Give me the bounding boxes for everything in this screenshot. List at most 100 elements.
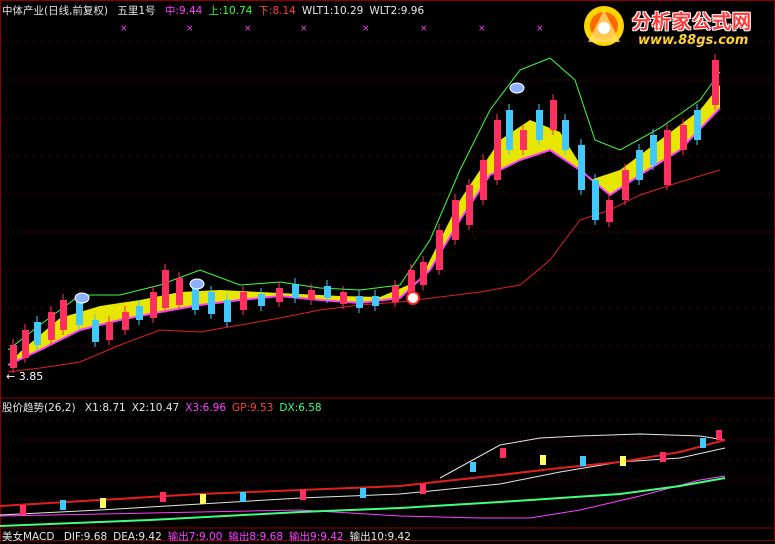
candle-body-20 xyxy=(308,290,315,300)
candle-body-14 xyxy=(208,292,215,314)
candle-body-10 xyxy=(150,292,157,318)
candle-body-3 xyxy=(48,312,55,340)
candle-body-4 xyxy=(60,300,67,330)
candle-body-16 xyxy=(240,292,247,310)
macd-label-5: 输出10:9.42 xyxy=(349,531,411,543)
watermark-url: www.88gs.com xyxy=(638,33,749,48)
trend-bar-10 xyxy=(500,448,506,458)
candle-body-28 xyxy=(436,230,443,270)
indicator-name: 五里1号 xyxy=(117,5,156,17)
candle-body-23 xyxy=(356,296,363,308)
candle-body-37 xyxy=(562,120,569,150)
trend-label-3: GP:9.53 xyxy=(232,402,274,414)
top-marker-5: × xyxy=(420,24,428,34)
candle-body-12 xyxy=(176,278,183,305)
main-label-0: 中:9.44 xyxy=(164,5,203,17)
candle-body-22 xyxy=(340,292,347,304)
top-marker-3: × xyxy=(300,24,308,34)
main-label-2: 下:8.14 xyxy=(258,5,296,17)
candle-body-15 xyxy=(224,300,231,322)
candle-body-17 xyxy=(258,294,265,306)
main-label-4: WLT2:9.96 xyxy=(369,5,425,17)
top-marker-7: × xyxy=(536,24,544,34)
watermark-name: 分析家公式网 xyxy=(632,11,753,33)
candle-body-7 xyxy=(106,322,113,340)
trend-bar-7 xyxy=(360,488,366,498)
trend-fill-band xyxy=(8,85,720,365)
top-marker-4: × xyxy=(362,24,370,34)
candle-body-27 xyxy=(420,262,427,285)
watermark-logo: 分析家公式网 www.88gs.com xyxy=(578,2,773,54)
candle-body-32 xyxy=(494,120,501,180)
candle-body-18 xyxy=(276,288,283,302)
macd-label-1: DEA:9.42 xyxy=(113,531,162,543)
candle-body-21 xyxy=(324,286,331,298)
candle-body-47 xyxy=(712,60,719,105)
trend-bar-5 xyxy=(240,492,246,502)
crown-marker-1 xyxy=(189,278,205,290)
candle-body-41 xyxy=(622,170,629,200)
main-label-1: 上:10.74 xyxy=(208,5,253,17)
trend-bar-8 xyxy=(420,484,426,494)
candle-body-5 xyxy=(76,300,83,325)
crown-marker-2 xyxy=(509,82,525,94)
candle-body-36 xyxy=(550,100,557,130)
candle-body-31 xyxy=(480,160,487,200)
chart-canvas[interactable]: ××××××××××× xyxy=(0,0,775,541)
trend-label-4: DX:6.58 xyxy=(279,402,322,414)
main-panel-header: 中体产业(日线,前复权) 五里1号 中:9.44 上:10.74 下:8.14 WLT… xyxy=(2,4,436,18)
candle-body-46 xyxy=(694,110,701,140)
candle-body-34 xyxy=(520,130,527,150)
trend-indicator-values: X1:8.71 X2:10.47 X3:6.96 GP:9.53 DX:6.58 xyxy=(85,402,328,414)
trend-x2-line xyxy=(0,447,726,516)
main-indicator-values: 中:9.44 上:10.74 下:8.14 WLT1:10.29 WLT2:9.96 xyxy=(165,5,430,17)
candle-body-2 xyxy=(34,322,41,345)
trend-bar-16 xyxy=(716,430,722,440)
trend-bar-14 xyxy=(660,452,666,462)
macd-indicator-name: 美女MACD xyxy=(2,531,55,543)
top-marker-6: × xyxy=(478,24,486,34)
low-price-marker: ← 3.85 xyxy=(6,370,44,383)
macd-panel-header: 美女MACD DIF:9.68 DEA:9.42 输出7:9.00 输出8:9.68 输… xyxy=(2,530,423,544)
candle-body-42 xyxy=(636,150,643,180)
crown-marker-0 xyxy=(74,292,90,304)
trend-bar-11 xyxy=(540,455,546,465)
trend-panel-header: 股价趋势(26,2) X1:8.71 X2:10.47 X3:6.96 GP:9.53… xyxy=(2,401,334,415)
trend-bar-2 xyxy=(100,498,106,508)
logo-emblem-icon xyxy=(584,6,624,46)
main-label-3: WLT1:10.29 xyxy=(301,5,364,17)
trend-bar-4 xyxy=(200,494,206,504)
top-marker-2: × xyxy=(244,24,252,34)
trend-bar-1 xyxy=(60,500,66,510)
trend-bar-13 xyxy=(620,456,626,466)
macd-indicator-values: DIF:9.68 DEA:9.42 输出7:9.00 输出8:9.68 输出9:9.42… xyxy=(64,531,417,543)
stock-chart-window[interactable]: ××××××××××× 中体产业(日线,前复权) 五里1号 中:9.44上:10… xyxy=(0,0,775,544)
mid-band-line xyxy=(7,107,721,366)
macd-label-4: 输出9:9.42 xyxy=(289,531,344,543)
trend-label-1: X2:10.47 xyxy=(131,402,180,414)
trend-bar-12 xyxy=(580,456,586,466)
buy-signal-marker xyxy=(406,291,420,305)
top-marker-0: × xyxy=(120,24,128,34)
trend-bar-0 xyxy=(20,505,26,515)
trend-indicator-name: 股价趋势(26,2) xyxy=(2,402,76,414)
trend-bar-6 xyxy=(300,490,306,500)
stock-title: 中体产业(日线,前复权) xyxy=(2,5,109,17)
candle-body-19 xyxy=(292,284,299,298)
candle-body-29 xyxy=(452,200,459,240)
trend-label-0: X1:8.71 xyxy=(84,402,126,414)
candle-body-44 xyxy=(664,130,671,185)
candle-body-39 xyxy=(592,180,599,220)
trend-bar-9 xyxy=(470,462,476,472)
candle-body-30 xyxy=(466,185,473,225)
lower-band-line xyxy=(7,169,721,373)
candle-body-35 xyxy=(536,110,543,140)
trend-label-2: X3:6.96 xyxy=(185,402,226,414)
macd-label-2: 输出7:9.00 xyxy=(167,531,223,543)
candle-body-9 xyxy=(136,306,143,320)
candle-body-38 xyxy=(578,145,585,190)
candle-body-45 xyxy=(680,125,687,150)
candle-body-33 xyxy=(506,110,513,150)
candle-body-11 xyxy=(162,270,169,308)
candle-body-0 xyxy=(10,345,17,368)
